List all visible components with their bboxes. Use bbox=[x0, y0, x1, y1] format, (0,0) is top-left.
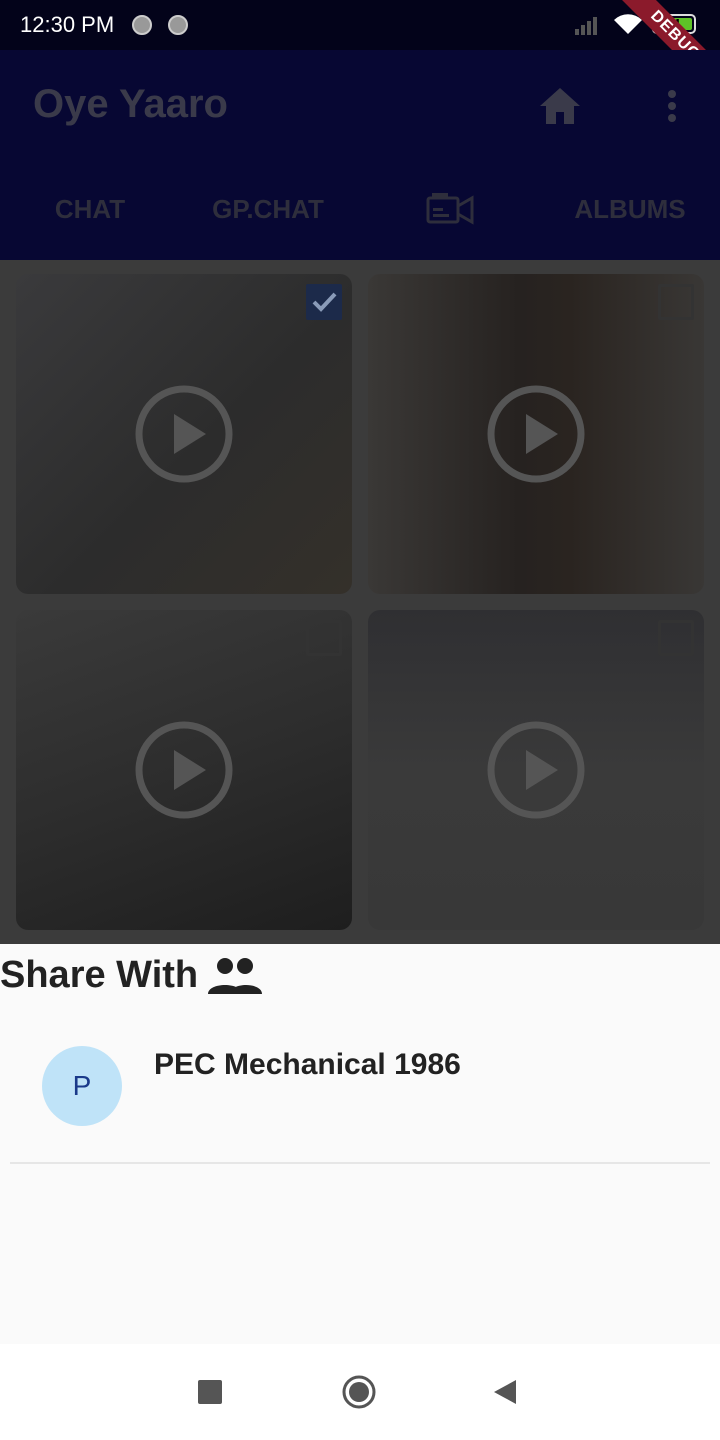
tab-albums[interactable]: ALBUMS bbox=[540, 180, 720, 258]
status-time: 12:30 PM bbox=[20, 12, 115, 37]
video-checkbox[interactable] bbox=[306, 620, 342, 656]
tab-chat-label: CHAT bbox=[54, 194, 126, 224]
app-title: Oye Yaaro bbox=[33, 82, 228, 126]
video-checkbox[interactable] bbox=[306, 284, 342, 320]
share-sheet: Share With P PEC Mechanical 1986 bbox=[0, 944, 720, 1344]
video-checkbox[interactable] bbox=[658, 284, 694, 320]
tab-bar: CHAT GP.CHAT ALBUMS bbox=[0, 180, 720, 308]
avatar: P bbox=[42, 1046, 122, 1126]
tab-gp-chat[interactable]: GP.CHAT bbox=[178, 180, 358, 258]
play-icon bbox=[135, 385, 233, 483]
video-grid bbox=[0, 260, 720, 944]
contact-name: PEC Mechanical 1986 bbox=[154, 1048, 461, 1081]
video-thumbnail[interactable] bbox=[16, 274, 352, 594]
navigation-bar bbox=[0, 1344, 720, 1440]
people-icon bbox=[208, 958, 262, 994]
check-icon bbox=[312, 292, 337, 312]
back-button[interactable] bbox=[492, 1378, 518, 1406]
status-bar: 12:30 PM 91 DEBUG bbox=[0, 0, 720, 105]
notification-icon bbox=[132, 15, 152, 35]
tab-videos[interactable] bbox=[360, 180, 540, 258]
more-vert-icon[interactable] bbox=[662, 88, 682, 128]
recents-button[interactable] bbox=[198, 1380, 222, 1404]
video-thumbnail[interactable] bbox=[16, 610, 352, 930]
video-thumbnail[interactable] bbox=[368, 610, 704, 930]
home-button[interactable] bbox=[341, 1374, 377, 1410]
app-bar: Oye Yaaro CHAT GP.CHAT ALBUMS bbox=[0, 50, 720, 308]
tab-albums-label: ALBUMS bbox=[574, 194, 686, 224]
play-icon bbox=[487, 385, 585, 483]
signal-icon bbox=[575, 17, 597, 35]
notification-icon bbox=[168, 15, 188, 35]
tab-chat[interactable]: CHAT bbox=[0, 180, 180, 258]
play-icon bbox=[135, 721, 233, 819]
share-heading: Share With bbox=[0, 954, 199, 996]
video-checkbox[interactable] bbox=[658, 620, 694, 656]
tab-gp-chat-label: GP.CHAT bbox=[212, 194, 324, 224]
video-thumbnail[interactable] bbox=[368, 274, 704, 594]
home-icon[interactable] bbox=[538, 86, 582, 126]
play-icon bbox=[487, 721, 585, 819]
video-tab-icon bbox=[426, 193, 474, 225]
divider bbox=[10, 1162, 710, 1164]
